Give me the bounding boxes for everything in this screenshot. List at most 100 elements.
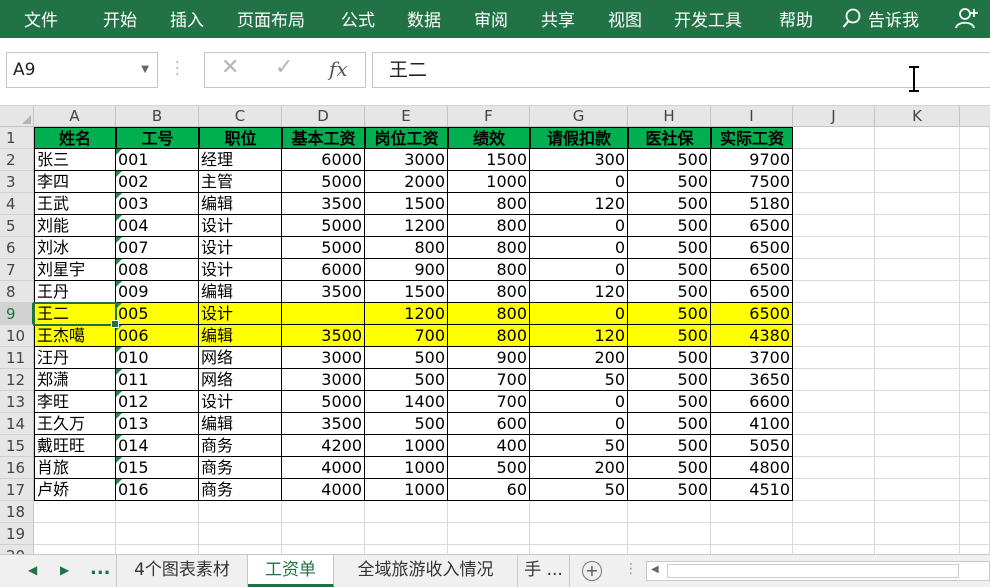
cell[interactable] (875, 347, 960, 369)
table-cell[interactable]: 网络 (199, 369, 282, 391)
table-cell[interactable]: 120 (530, 325, 628, 347)
column-header-i[interactable]: I (711, 106, 793, 127)
table-cell[interactable]: 4200 (282, 435, 365, 457)
cell[interactable] (282, 501, 365, 523)
table-cell[interactable]: 700 (365, 325, 448, 347)
table-cell[interactable]: 500 (628, 171, 711, 193)
table-cell[interactable]: 1000 (448, 171, 530, 193)
cell[interactable] (875, 391, 960, 413)
share-user-icon[interactable] (955, 6, 979, 30)
table-cell[interactable]: 主管 (199, 171, 282, 193)
cell[interactable] (875, 369, 960, 391)
table-cell[interactable]: 700 (448, 391, 530, 413)
cell[interactable] (875, 413, 960, 435)
table-cell[interactable]: 王杰噶 (34, 325, 116, 347)
row-header-12[interactable]: 12 (0, 369, 34, 391)
table-cell[interactable]: 800 (448, 215, 530, 237)
cell[interactable] (530, 523, 628, 545)
table-cell[interactable]: 编辑 (199, 325, 282, 347)
table-cell[interactable]: 012 (116, 391, 199, 413)
cell[interactable] (875, 457, 960, 479)
sheet-tab-chart-materials[interactable]: 4个图表素材 (116, 555, 248, 587)
table-cell[interactable]: 3500 (282, 325, 365, 347)
table-header-cell[interactable]: 基本工资 (282, 127, 365, 149)
table-cell[interactable]: 50 (530, 435, 628, 457)
cell[interactable] (960, 149, 990, 171)
row-header-15[interactable]: 15 (0, 435, 34, 457)
table-cell[interactable]: 3000 (282, 369, 365, 391)
column-header-g[interactable]: G (530, 106, 628, 127)
cell[interactable] (960, 479, 990, 501)
table-header-cell[interactable]: 绩效 (448, 127, 530, 149)
table-cell[interactable]: 004 (116, 215, 199, 237)
table-cell[interactable]: 500 (628, 391, 711, 413)
cell[interactable] (793, 193, 875, 215)
cell[interactable] (793, 391, 875, 413)
cell[interactable] (875, 435, 960, 457)
table-cell[interactable]: 800 (365, 237, 448, 259)
cell[interactable] (530, 545, 628, 554)
table-cell[interactable]: 设计 (199, 237, 282, 259)
table-cell[interactable]: 005 (116, 303, 199, 325)
table-cell[interactable]: 王久万 (34, 413, 116, 435)
cell[interactable] (875, 237, 960, 259)
table-cell[interactable]: 6500 (711, 237, 793, 259)
table-cell[interactable]: 008 (116, 259, 199, 281)
cell[interactable] (793, 347, 875, 369)
cancel-icon[interactable]: ✕ (221, 55, 239, 80)
table-cell[interactable]: 设计 (199, 215, 282, 237)
table-cell[interactable]: 500 (628, 457, 711, 479)
tab-review[interactable]: 审阅 (474, 6, 508, 31)
table-cell[interactable]: 400 (448, 435, 530, 457)
table-cell[interactable]: 3000 (282, 347, 365, 369)
table-cell[interactable]: 汪丹 (34, 347, 116, 369)
table-cell[interactable]: 3500 (282, 281, 365, 303)
table-cell[interactable]: 6000 (282, 149, 365, 171)
cell[interactable] (199, 545, 282, 554)
table-cell[interactable] (282, 303, 365, 325)
cell[interactable] (960, 501, 990, 523)
table-cell[interactable]: 3500 (282, 193, 365, 215)
cell[interactable] (875, 545, 960, 554)
cell[interactable] (793, 413, 875, 435)
table-cell[interactable]: 013 (116, 413, 199, 435)
cell[interactable] (960, 303, 990, 325)
cell[interactable] (960, 545, 990, 554)
table-cell[interactable]: 1200 (365, 303, 448, 325)
table-cell[interactable]: 010 (116, 347, 199, 369)
cell[interactable] (116, 501, 199, 523)
cell[interactable] (793, 457, 875, 479)
table-cell[interactable]: 003 (116, 193, 199, 215)
cell[interactable] (34, 523, 116, 545)
cell[interactable] (628, 523, 711, 545)
table-cell[interactable]: 5000 (282, 215, 365, 237)
cell[interactable] (793, 325, 875, 347)
cell[interactable] (793, 171, 875, 193)
table-cell[interactable]: 500 (628, 369, 711, 391)
table-cell[interactable]: 900 (365, 259, 448, 281)
table-cell[interactable]: 3700 (711, 347, 793, 369)
tab-file[interactable]: 文件 (24, 6, 58, 31)
cell[interactable] (793, 523, 875, 545)
table-cell[interactable]: 800 (448, 259, 530, 281)
table-cell[interactable]: 500 (448, 457, 530, 479)
table-cell[interactable]: 0 (530, 303, 628, 325)
table-cell[interactable]: 500 (628, 347, 711, 369)
table-cell[interactable]: 1000 (365, 479, 448, 501)
table-cell[interactable]: 700 (448, 369, 530, 391)
table-cell[interactable]: 1000 (365, 457, 448, 479)
table-cell[interactable]: 3650 (711, 369, 793, 391)
table-cell[interactable]: 1200 (365, 215, 448, 237)
table-cell[interactable]: 600 (448, 413, 530, 435)
table-cell[interactable]: 9700 (711, 149, 793, 171)
column-header-d[interactable]: D (282, 106, 365, 127)
row-header-8[interactable]: 8 (0, 281, 34, 303)
table-cell[interactable]: 4380 (711, 325, 793, 347)
row-header-11[interactable]: 11 (0, 347, 34, 369)
table-cell[interactable]: 500 (628, 193, 711, 215)
cell[interactable] (875, 325, 960, 347)
table-cell[interactable]: 002 (116, 171, 199, 193)
table-header-cell[interactable]: 职位 (199, 127, 282, 149)
table-cell[interactable]: 500 (628, 435, 711, 457)
table-cell[interactable]: 200 (530, 347, 628, 369)
